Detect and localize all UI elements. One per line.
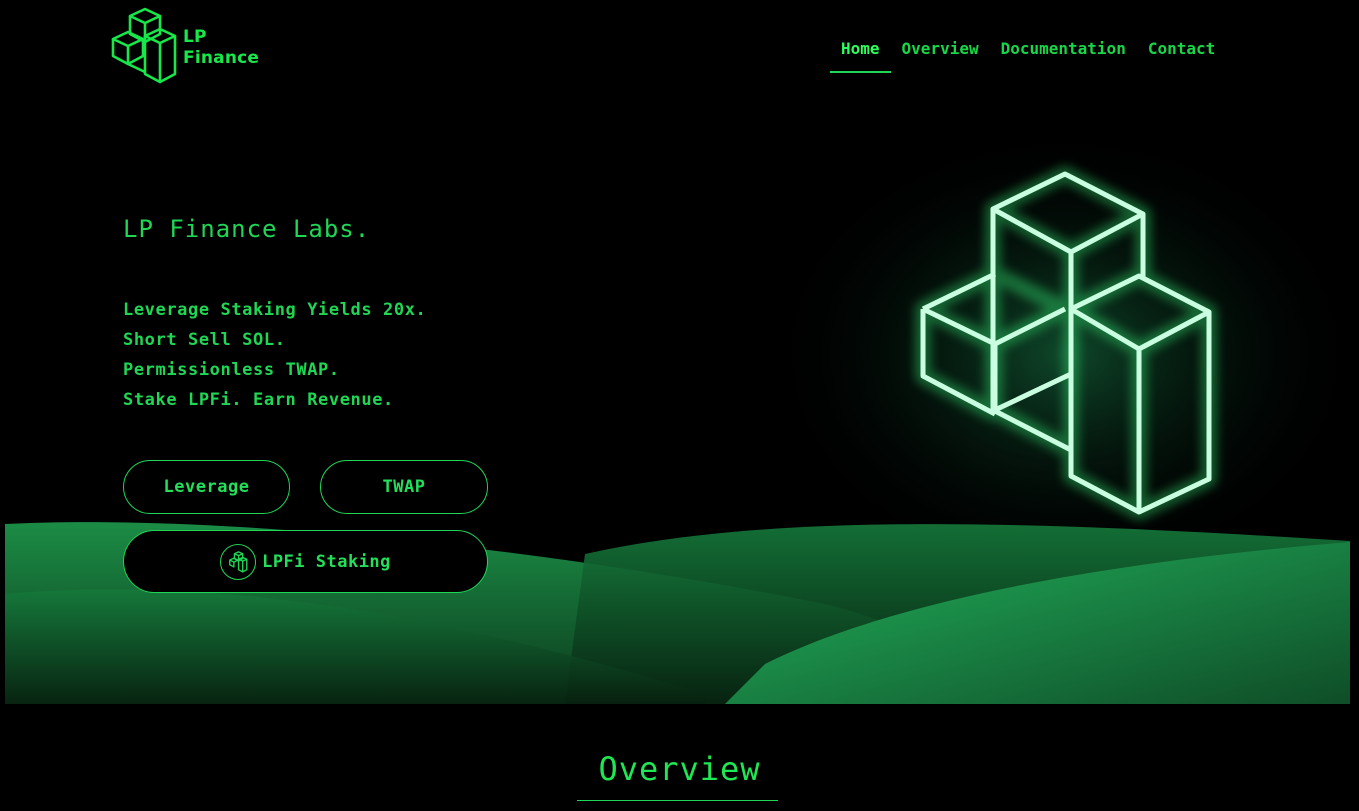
leverage-button-label: Leverage: [163, 477, 250, 497]
twap-button[interactable]: TWAP: [320, 460, 488, 514]
leverage-button[interactable]: Leverage: [123, 460, 290, 514]
nav-overview[interactable]: Overview: [891, 36, 990, 73]
overview-heading: Overview: [598, 750, 761, 788]
nav-documentation[interactable]: Documentation: [990, 36, 1137, 73]
twap-button-label: TWAP: [382, 477, 426, 497]
tagline-4: Stake LPFi. Earn Revenue.: [123, 390, 394, 410]
lpfi-staking-label: LPFi Staking: [262, 551, 391, 572]
tagline-3: Permissionless TWAP.: [123, 360, 340, 380]
overview-divider: [577, 800, 778, 801]
hero-taglines: Leverage Staking Yields 20x. Short Sell …: [123, 295, 426, 415]
tagline-2: Short Sell SOL.: [123, 330, 286, 350]
nav-home[interactable]: Home: [830, 36, 891, 73]
brand-wordmark[interactable]: LP Finance: [183, 27, 259, 69]
lpfi-staking-button[interactable]: LPFi Staking: [123, 530, 488, 593]
nav-contact[interactable]: Contact: [1137, 36, 1226, 73]
brand-line-2: Finance: [183, 48, 260, 68]
main-nav: Home Overview Documentation Contact: [830, 36, 1226, 73]
hero-section: LP Finance Labs. Leverage Staking Yields…: [5, 104, 1350, 704]
hero-headline: LP Finance Labs.: [123, 215, 371, 243]
tagline-1: Leverage Staking Yields 20x.: [123, 300, 427, 320]
cubes-icon: [220, 543, 257, 580]
brand-line-1: LP: [183, 27, 207, 47]
